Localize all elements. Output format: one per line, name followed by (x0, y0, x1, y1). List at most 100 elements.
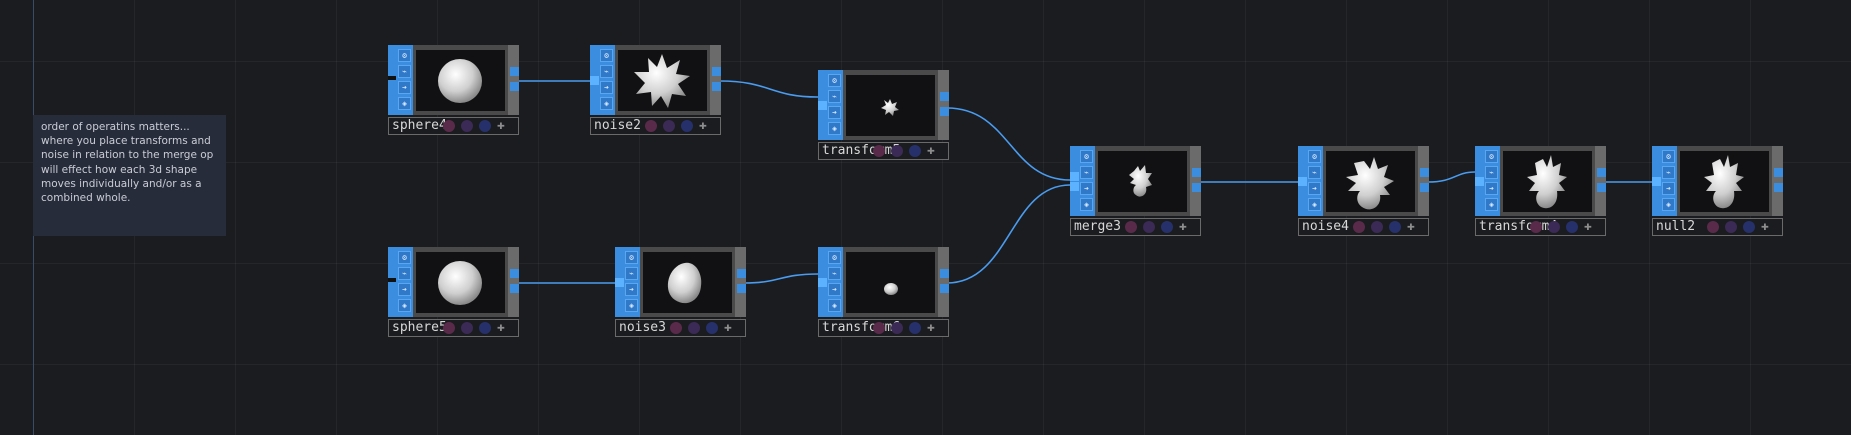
node-nameplate[interactable]: merge3 ✚ (1070, 218, 1201, 236)
node-merge3[interactable]: ⚙ ⌁ ➔ ◈ merge3 ✚ (1070, 146, 1201, 237)
output-port[interactable] (510, 82, 519, 91)
gear-icon[interactable]: ⚙ (398, 49, 411, 62)
wand-icon[interactable]: ⌁ (828, 267, 841, 280)
lock-flag-icon[interactable] (663, 120, 675, 132)
bypass-flag-icon[interactable] (1707, 221, 1719, 233)
lock-flag-icon[interactable] (1548, 221, 1560, 233)
node-name[interactable]: transform5 (822, 143, 900, 159)
lock-flag-icon[interactable] (891, 322, 903, 334)
cube-icon[interactable]: ◈ (600, 97, 613, 110)
lock-flag-icon[interactable] (688, 322, 700, 334)
lock-flag-icon[interactable] (1725, 221, 1737, 233)
wire-noise2-transform5[interactable] (719, 80, 819, 98)
wire-transform5-merge3[interactable] (946, 107, 1071, 181)
gear-icon[interactable]: ⚙ (828, 74, 841, 87)
bypass-flag-icon[interactable] (1353, 221, 1365, 233)
node-viewer[interactable] (416, 50, 505, 111)
node-null2[interactable]: ⚙ ⌁ ➔ ◈ null2 ✚ (1652, 146, 1783, 237)
wand-icon[interactable]: ⌁ (398, 267, 411, 280)
input-port[interactable] (615, 278, 624, 287)
node-sphere5[interactable]: ⚙ ⌁ ➔ ◈ sphere5 ✚ (388, 247, 519, 338)
lock-flag-icon[interactable] (891, 145, 903, 157)
gear-icon[interactable]: ⚙ (1485, 150, 1498, 163)
wand-icon[interactable]: ⌁ (625, 267, 638, 280)
gear-icon[interactable]: ⚙ (398, 251, 411, 264)
output-port[interactable] (940, 269, 949, 278)
wand-icon[interactable]: ⌁ (1308, 166, 1321, 179)
node-name[interactable]: null2 (1656, 219, 1695, 235)
input-port[interactable] (1070, 172, 1079, 181)
output-port[interactable] (1420, 183, 1429, 192)
output-port[interactable] (1597, 168, 1606, 177)
arrow-right-icon[interactable]: ➔ (398, 283, 411, 296)
arrow-right-icon[interactable]: ➔ (1308, 182, 1321, 195)
cube-icon[interactable]: ◈ (828, 299, 841, 312)
bypass-flag-icon[interactable] (443, 322, 455, 334)
display-flag-icon[interactable] (1566, 221, 1578, 233)
bypass-flag-icon[interactable] (670, 322, 682, 334)
output-port[interactable] (737, 284, 746, 293)
cube-icon[interactable]: ◈ (398, 299, 411, 312)
node-nameplate[interactable]: noise2 ✚ (590, 117, 721, 135)
display-flag-icon[interactable] (706, 322, 718, 334)
output-port[interactable] (510, 284, 519, 293)
bypass-flag-icon[interactable] (873, 322, 885, 334)
node-viewer[interactable] (618, 50, 707, 111)
node-viewer[interactable] (846, 75, 935, 136)
output-port[interactable] (737, 269, 746, 278)
wire-noise4-transform4[interactable] (1427, 171, 1476, 183)
node-name[interactable]: merge3 (1074, 219, 1121, 235)
cube-icon[interactable]: ◈ (398, 97, 411, 110)
node-name[interactable]: noise4 (1302, 219, 1349, 235)
lock-flag-icon[interactable] (1371, 221, 1383, 233)
node-name[interactable]: noise2 (594, 118, 641, 134)
wand-icon[interactable]: ⌁ (828, 90, 841, 103)
add-icon[interactable]: ✚ (1761, 219, 1769, 234)
add-icon[interactable]: ✚ (927, 143, 935, 158)
output-port[interactable] (1774, 168, 1783, 177)
input-port[interactable] (818, 101, 827, 110)
node-name[interactable]: transform4 (1479, 219, 1557, 235)
bypass-flag-icon[interactable] (443, 120, 455, 132)
node-nameplate[interactable]: transform6 ✚ (818, 319, 949, 337)
wire-noise3-transform6[interactable] (744, 273, 819, 284)
node-name[interactable]: sphere5 (392, 320, 447, 336)
bypass-flag-icon[interactable] (645, 120, 657, 132)
output-port[interactable] (510, 269, 519, 278)
output-port[interactable] (510, 67, 519, 76)
wand-icon[interactable]: ⌁ (1485, 166, 1498, 179)
node-transform6[interactable]: ⚙ ⌁ ➔ ◈ transform6 ✚ (818, 247, 949, 338)
output-port[interactable] (940, 92, 949, 101)
node-nameplate[interactable]: null2 ✚ (1652, 218, 1783, 236)
bypass-flag-icon[interactable] (1125, 221, 1137, 233)
wand-icon[interactable]: ⌁ (600, 65, 613, 78)
display-flag-icon[interactable] (681, 120, 693, 132)
input-port[interactable] (1652, 177, 1661, 186)
gear-icon[interactable]: ⚙ (828, 251, 841, 264)
bypass-flag-icon[interactable] (1530, 221, 1542, 233)
arrow-right-icon[interactable]: ➔ (1662, 182, 1675, 195)
node-nameplate[interactable]: noise4 ✚ (1298, 218, 1429, 236)
cube-icon[interactable]: ◈ (1308, 198, 1321, 211)
output-port[interactable] (940, 284, 949, 293)
node-transform5[interactable]: ⚙ ⌁ ➔ ◈ transform5 ✚ (818, 70, 949, 161)
node-noise4[interactable]: ⚙ ⌁ ➔ ◈ noise4 ✚ (1298, 146, 1429, 237)
gear-icon[interactable]: ⚙ (1080, 150, 1093, 163)
gear-icon[interactable]: ⚙ (625, 251, 638, 264)
add-icon[interactable]: ✚ (1407, 219, 1415, 234)
output-port[interactable] (712, 82, 721, 91)
add-icon[interactable]: ✚ (699, 118, 707, 133)
arrow-right-icon[interactable]: ➔ (625, 283, 638, 296)
output-port[interactable] (1774, 183, 1783, 192)
gear-icon[interactable]: ⚙ (600, 49, 613, 62)
node-viewer[interactable] (643, 252, 732, 313)
gear-icon[interactable]: ⚙ (1308, 150, 1321, 163)
add-icon[interactable]: ✚ (724, 320, 732, 335)
arrow-right-icon[interactable]: ➔ (600, 81, 613, 94)
node-name[interactable]: transform6 (822, 320, 900, 336)
display-flag-icon[interactable] (1161, 221, 1173, 233)
gear-icon[interactable]: ⚙ (1662, 150, 1675, 163)
node-noise3[interactable]: ⚙ ⌁ ➔ ◈ noise3 ✚ (615, 247, 746, 338)
cube-icon[interactable]: ◈ (1080, 198, 1093, 211)
node-nameplate[interactable]: sphere5 ✚ (388, 319, 519, 337)
